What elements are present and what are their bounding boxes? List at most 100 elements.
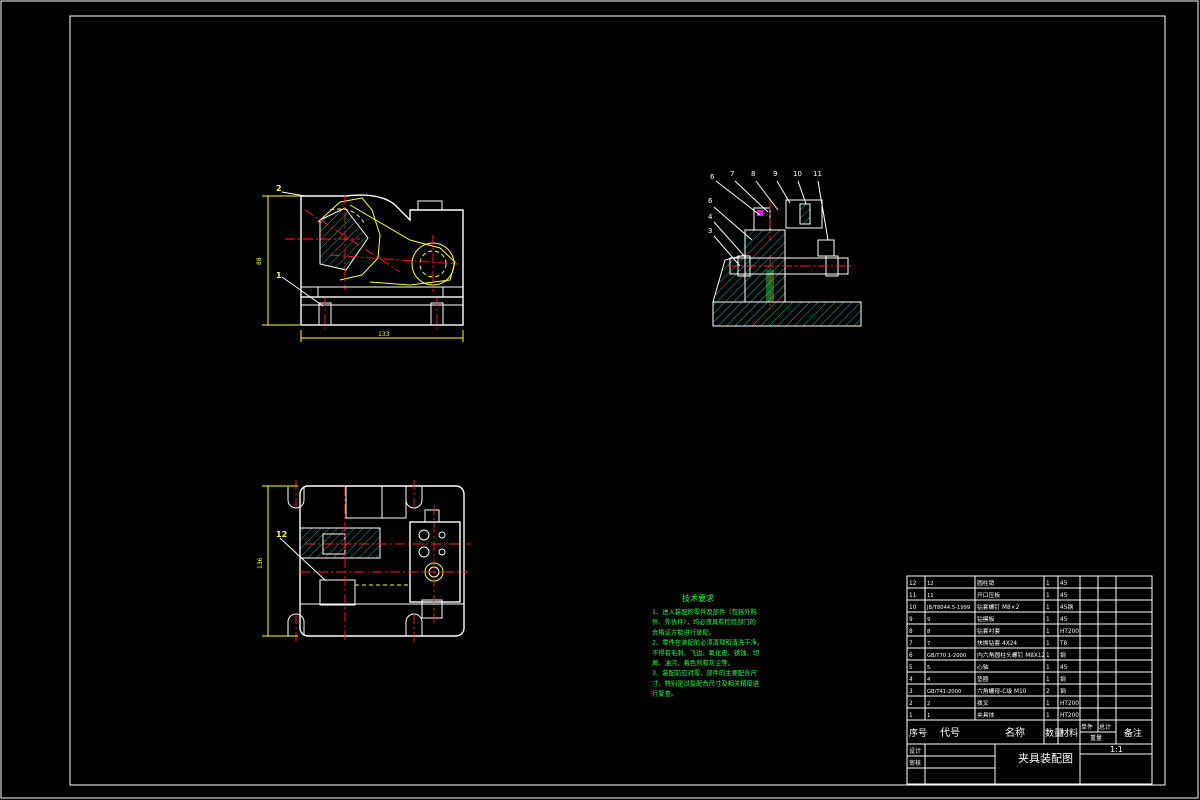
bom-cell-name: 心轴: [977, 663, 989, 671]
bom-cell-code: JB/T8044.5-1999: [926, 605, 970, 611]
front-dim-height: 88: [256, 257, 263, 265]
bom-cell-no: 7: [909, 641, 913, 647]
bom-cell-mat: HT200: [1060, 713, 1079, 719]
bom-cell-qty: 1: [1046, 665, 1050, 671]
bom-cell-mat: 45: [1060, 665, 1068, 671]
sec-balloon-9: 9: [773, 170, 777, 178]
bom-cell-qty: 2: [1046, 689, 1050, 695]
top-dim-height: 136: [257, 557, 264, 569]
bom-cell-code: GB/T70.1-2000: [927, 653, 966, 659]
sheet-outer-border: [0, 0, 1199, 799]
bom-cell-code: 4: [927, 677, 931, 683]
tech-req-line: 1、进入装配的零件及部件（包括外购: [652, 607, 757, 616]
title-design-label: 设计: [909, 747, 921, 755]
bom-cell-name: 圆柱销: [977, 579, 995, 587]
bom-cell-no: 10: [909, 605, 917, 611]
front-balloon-1: 1: [276, 271, 282, 280]
bom-cell-no: 5: [909, 665, 913, 671]
bom-cell-no: 12: [909, 581, 917, 587]
bom-cell-no: 9: [909, 617, 913, 623]
bom-cell-name: 垫圈: [977, 675, 989, 683]
bom-cell-mat: 钢: [1060, 651, 1066, 659]
tech-req-line: 合格证方能进行装配。: [652, 627, 715, 636]
bom-cell-name: 开口压板: [977, 591, 1000, 599]
bom-cell-qty: 1: [1046, 653, 1050, 659]
bom-cell-no: 1: [909, 713, 913, 719]
sec-balloon-6b: 6: [708, 197, 713, 205]
bom-cell-qty: 1: [1046, 713, 1050, 719]
bom-header-no: 序号: [909, 727, 927, 739]
section-view: 6 7 8 9 10 11 6 4 3: [708, 170, 862, 327]
bom-cell-name: 拨叉: [977, 699, 989, 707]
bom-header-remark: 备注: [1124, 727, 1142, 739]
bom-cell-qty: 1: [1046, 581, 1050, 587]
bom-cell-no: 6: [909, 653, 913, 659]
cad-drawing: 133 88 2 1 136 12 6 7 8 9 10 11 6 4 3 技术…: [0, 0, 1199, 799]
bom-cell-qty: 1: [1046, 593, 1050, 599]
bom-cell-code: 5: [927, 665, 930, 671]
bom-cell-mat: T8: [1059, 641, 1068, 647]
tech-req-line: 寸，特别是过盈配合尺寸及相关精度进: [652, 678, 760, 687]
bom-cell-code: 7: [927, 641, 930, 647]
bom-cell-mat: 45钢: [1060, 603, 1073, 611]
title-check-label: 审核: [909, 759, 921, 767]
bom-cell-code: 9: [927, 617, 930, 623]
bom-cell-qty: 1: [1046, 701, 1050, 707]
bom-cell-no: 2: [909, 701, 913, 707]
bom-cell-name: 六角螺母-C级 M10: [977, 687, 1027, 695]
sec-balloon-8: 8: [751, 170, 755, 178]
bom-cell-code: 8: [927, 629, 930, 635]
bom-header-code: 代号: [940, 727, 960, 739]
bom-cell-code: GB/T41-2000: [927, 689, 961, 695]
bom-cell-no: 4: [909, 677, 913, 683]
bom-cell-name: 钻套螺钉 M8×2: [977, 603, 1020, 611]
tech-req-heading: 技术要求: [682, 593, 714, 603]
sec-balloon-4: 4: [708, 213, 713, 221]
bom-header-total: 总计: [1099, 723, 1111, 731]
bom-header-name: 名称: [1005, 726, 1025, 739]
bom-cell-name: 内六角圆柱头螺钉 M8X12: [977, 651, 1046, 659]
tech-requirements: 技术要求 1、进入装配的零件及部件（包括外购件、外协件），均必须具有检验部门的合…: [652, 593, 763, 698]
bom-cell-mat: 45: [1060, 581, 1068, 587]
bom-cell-mat: 钢: [1060, 675, 1066, 683]
bom-cell-qty: 1: [1046, 677, 1050, 683]
bom-cell-qty: 1: [1046, 629, 1050, 635]
bom-cell-no: 11: [909, 593, 917, 599]
bom-cell-name: 钻模板: [977, 615, 995, 623]
bom-cell-no: 8: [909, 629, 913, 635]
tech-req-line: 屑、油污、着色剂和灰尘等。: [652, 658, 734, 667]
bom-cell-code: 12: [927, 581, 934, 587]
front-balloon-2: 2: [276, 184, 282, 193]
tech-req-line: 件、外协件），均必须具有检验部门的: [652, 617, 756, 626]
bom-cell-code: 11: [927, 593, 934, 599]
bom-cell-name: 钻套衬套: [977, 627, 1000, 635]
bom-cell-mat: 45: [1060, 593, 1068, 599]
bom-cell-mat: HT200: [1060, 629, 1079, 635]
bom-cell-mat: 钢: [1060, 687, 1066, 695]
sec-balloon-10: 10: [793, 170, 802, 178]
bom-header-mat: 材料: [1060, 727, 1078, 739]
sec-balloon-7: 7: [730, 170, 734, 178]
tech-req-line: 行复查。: [652, 689, 677, 698]
front-view: 133 88 2 1: [256, 184, 464, 342]
bom-cell-name: 夹具体: [977, 711, 995, 719]
sec-balloon-3: 3: [708, 227, 712, 235]
bom-cell-qty: 1: [1046, 641, 1050, 647]
sheet-inner-border: [69, 15, 1166, 786]
bom-cell-no: 3: [909, 689, 913, 695]
drawing-scale: 1:1: [1110, 745, 1123, 754]
bom-cell-qty: 1: [1046, 605, 1050, 611]
bom-table: 12 12 圆柱销 1 4511 11 开口压板 1 4510 JB/T8044.5-1999 钻套…: [906, 575, 1153, 785]
bom-header-single: 单件: [1081, 723, 1093, 731]
bom-cell-qty: 1: [1046, 617, 1050, 623]
sec-balloon-11: 11: [813, 170, 822, 178]
front-dim-width: 133: [378, 331, 390, 338]
tech-req-line: 2、零件在装配前必须清理和清洗干净，: [652, 638, 763, 647]
sec-balloon-6a: 6: [710, 173, 715, 181]
bom-cell-mat: 45: [1060, 617, 1068, 623]
drawing-title: 夹具装配图: [1018, 752, 1073, 765]
top-view: 136 12: [257, 480, 470, 642]
top-balloon-12: 12: [276, 530, 287, 539]
bom-cell-name: 快换钻套 4X24: [977, 639, 1017, 647]
bom-cell-mat: HT200: [1060, 701, 1079, 707]
